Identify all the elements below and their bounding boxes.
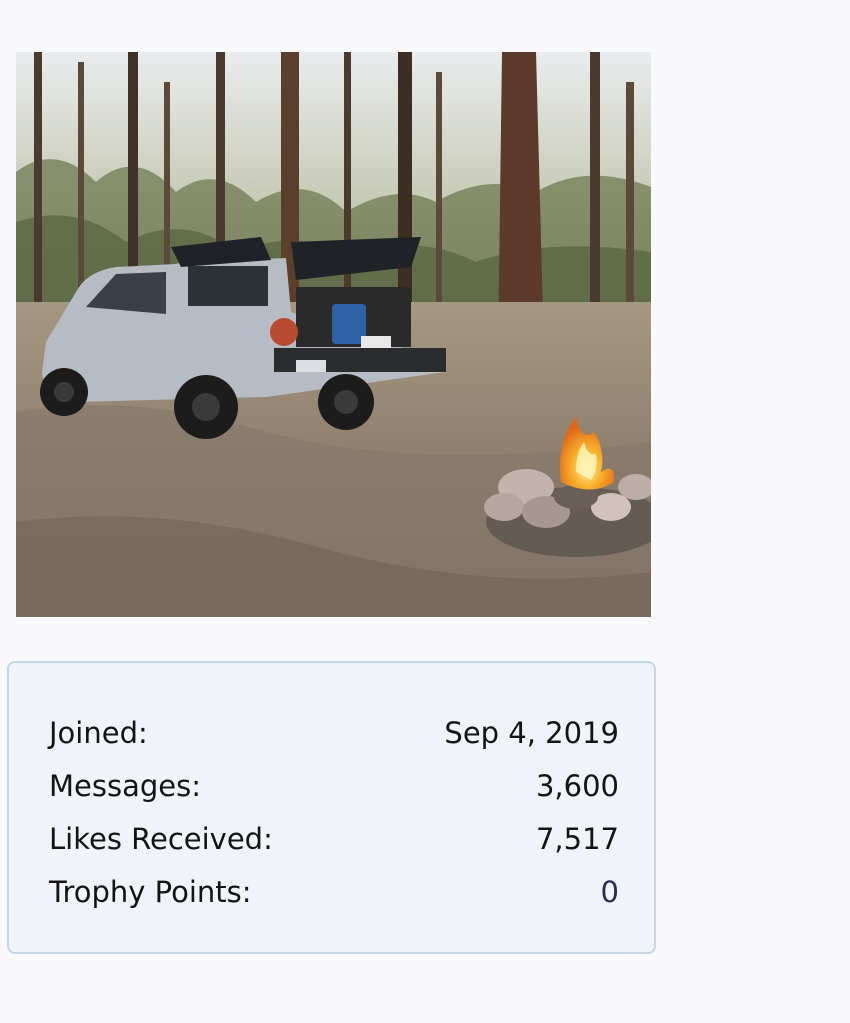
stat-value-likes-received: 7,517 [535, 822, 619, 856]
avatar-photo [16, 52, 651, 617]
stat-value-messages[interactable]: 3,600 [536, 760, 619, 813]
stat-value-trophy-points[interactable]: 0 [601, 866, 619, 919]
stat-label-joined: Joined: [49, 716, 148, 750]
member-stats-panel: Joined: Sep 4, 2019 Messages: 3,600 Like… [7, 661, 656, 954]
member-stats-list: Joined: Sep 4, 2019 Messages: 3,600 Like… [49, 707, 619, 919]
stat-value-joined: Sep 4, 2019 [444, 716, 619, 750]
stat-label-messages: Messages: [49, 769, 201, 803]
stat-row-messages: Messages: 3,600 [49, 760, 619, 813]
stat-row-trophy-points: Trophy Points: 0 [49, 866, 619, 919]
avatar[interactable] [16, 52, 651, 617]
stat-row-joined: Joined: Sep 4, 2019 [49, 707, 619, 760]
stat-label-trophy-points: Trophy Points: [49, 875, 252, 909]
stat-row-likes-received: Likes Received: 7,517 [49, 813, 619, 866]
stat-label-likes-received: Likes Received: [49, 822, 273, 856]
